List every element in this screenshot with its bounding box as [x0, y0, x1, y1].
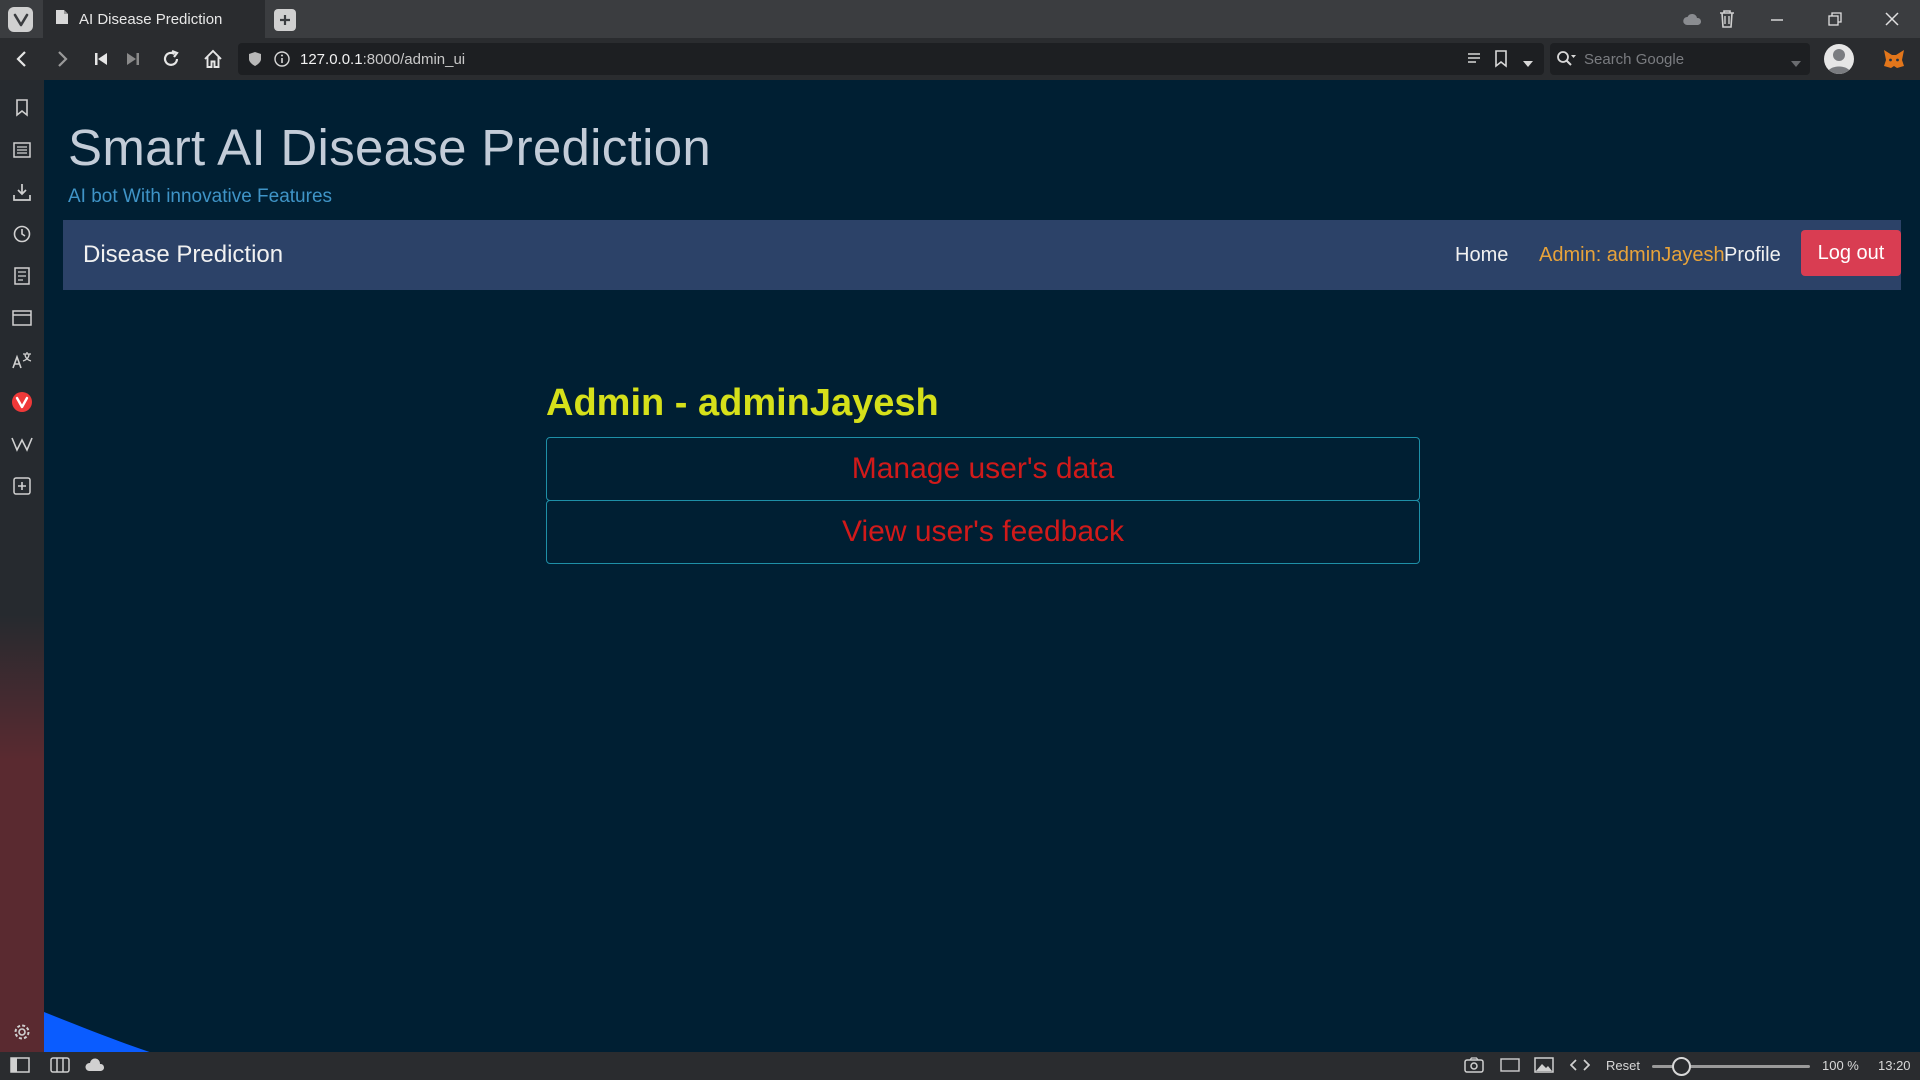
zoom-reset-button[interactable]: Reset	[1606, 1058, 1640, 1073]
forward-icon[interactable]	[50, 46, 76, 72]
minimize-icon[interactable]	[1757, 6, 1797, 32]
window-panel-icon[interactable]	[10, 306, 34, 330]
url-path: :8000/admin_ui	[362, 50, 466, 68]
chevron-down-icon[interactable]	[1522, 55, 1534, 73]
vivaldi-panel-icon[interactable]	[10, 390, 34, 414]
info-icon[interactable]	[274, 51, 290, 72]
shield-icon[interactable]	[248, 51, 262, 72]
profile-avatar-icon[interactable]	[1824, 44, 1854, 74]
navbar-brand[interactable]: Disease Prediction	[83, 241, 283, 269]
tab-bar: AI Disease Prediction	[0, 0, 1920, 38]
nav-profile-link[interactable]: Profile	[1724, 244, 1781, 267]
back-icon[interactable]	[8, 46, 34, 72]
add-panel-icon[interactable]	[10, 474, 34, 498]
logout-button[interactable]: Log out	[1801, 230, 1901, 276]
panel-toggle-icon[interactable]	[10, 1057, 30, 1078]
side-panel	[0, 80, 44, 1052]
reader-view-icon[interactable]	[1466, 52, 1482, 71]
address-toolbar: 127.0.0.1:8000/admin_ui Search Google	[0, 38, 1920, 80]
capture-icon[interactable]	[1464, 1057, 1484, 1078]
url-field[interactable]: 127.0.0.1:8000/admin_ui	[238, 43, 1544, 75]
rewind-icon[interactable]	[88, 46, 114, 72]
url-text: 127.0.0.1:8000/admin_ui	[300, 51, 465, 68]
view-feedback-button[interactable]: View user's feedback	[546, 500, 1420, 564]
zoom-slider-handle[interactable]	[1672, 1057, 1691, 1076]
bookmarks-panel-icon[interactable]	[10, 96, 34, 120]
downloads-icon[interactable]	[10, 180, 34, 204]
tab-tiling-icon[interactable]	[50, 1057, 70, 1078]
cloud-icon[interactable]	[1672, 6, 1712, 32]
new-tab-icon[interactable]	[274, 9, 296, 31]
url-host: 127.0.0.1	[300, 50, 363, 68]
search-field[interactable]: Search Google	[1550, 43, 1810, 75]
tab-title: AI Disease Prediction	[79, 10, 223, 28]
close-icon[interactable]	[1872, 6, 1912, 32]
history-icon[interactable]	[10, 222, 34, 246]
nav-home-link[interactable]: Home	[1455, 244, 1508, 267]
page-tiling-icon[interactable]	[1500, 1058, 1520, 1077]
bookmark-icon[interactable]	[1494, 50, 1508, 73]
decorative-wave	[44, 1012, 150, 1052]
nav-admin-link[interactable]: Admin: adminJayesh	[1539, 244, 1725, 267]
code-icon[interactable]	[1569, 1058, 1591, 1077]
tab-active[interactable]: AI Disease Prediction	[43, 0, 265, 38]
notes-icon[interactable]	[10, 264, 34, 288]
sync-cloud-icon[interactable]	[84, 1058, 106, 1077]
manage-users-button[interactable]: Manage user's data	[546, 437, 1420, 501]
image-toggle-icon[interactable]	[1534, 1057, 1554, 1078]
clock: 13:20	[1878, 1058, 1911, 1073]
site-title: Smart AI Disease Prediction	[68, 119, 712, 176]
trash-icon[interactable]	[1707, 6, 1747, 32]
search-engine-chevron-icon[interactable]	[1790, 55, 1802, 73]
search-icon	[1556, 50, 1576, 73]
vivaldi-menu-icon[interactable]	[8, 7, 33, 32]
reading-list-icon[interactable]	[10, 138, 34, 162]
restore-icon[interactable]	[1815, 6, 1855, 32]
page-icon	[55, 9, 69, 30]
web-page: Smart AI Disease Prediction AI bot With …	[44, 80, 1920, 1052]
site-subtitle: AI bot With innovative Features	[68, 186, 333, 207]
reload-icon[interactable]	[158, 46, 184, 72]
status-bar: Reset 100 % 13:20	[0, 1052, 1920, 1080]
settings-icon[interactable]	[10, 1020, 34, 1044]
home-icon[interactable]	[200, 46, 226, 72]
zoom-level: 100 %	[1822, 1058, 1859, 1073]
navbar: Disease Prediction Home Admin: adminJaye…	[63, 220, 1901, 290]
translate-icon[interactable]	[10, 348, 34, 372]
fast-forward-icon[interactable]	[120, 46, 146, 72]
search-input[interactable]: Search Google	[1584, 51, 1684, 68]
metamask-extension-icon[interactable]	[1882, 48, 1906, 75]
admin-heading: Admin - adminJayesh	[546, 382, 939, 424]
wikipedia-icon[interactable]	[10, 432, 34, 456]
